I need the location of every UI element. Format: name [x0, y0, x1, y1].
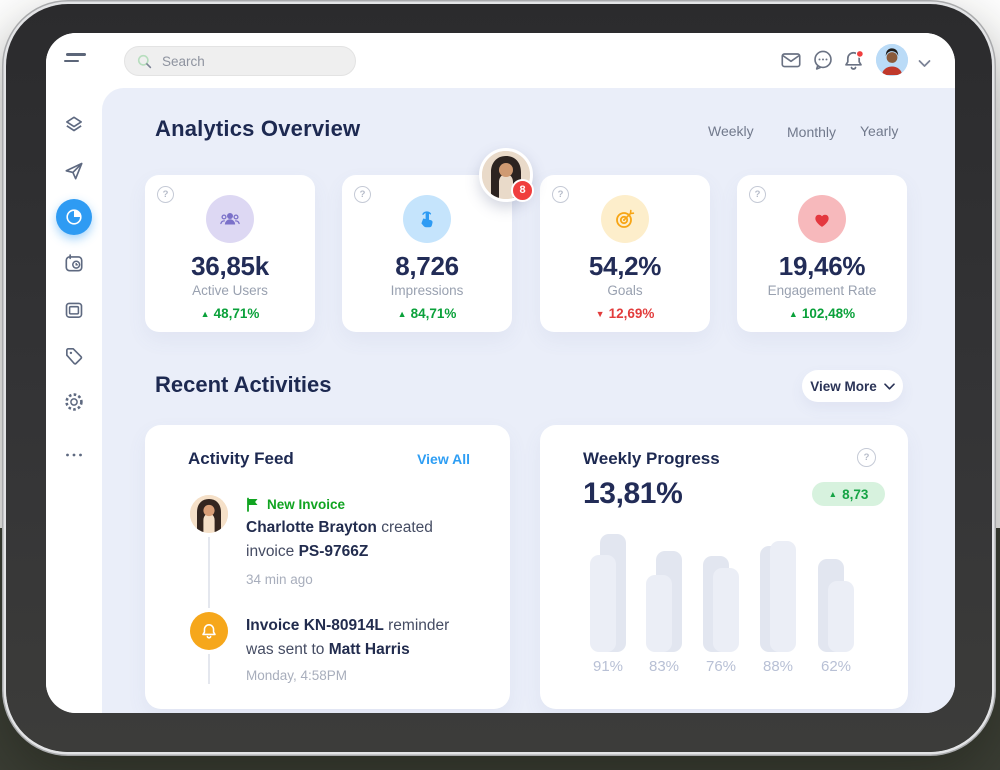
- sidebar-item-analytics[interactable]: [56, 199, 92, 235]
- tab-weekly[interactable]: Weekly: [708, 123, 754, 139]
- activity-feed-title: Activity Feed: [188, 449, 294, 469]
- tap-icon: [403, 195, 451, 243]
- activity-line: was sent to Matt Harris: [246, 638, 410, 662]
- send-icon: [63, 160, 85, 182]
- mail-button[interactable]: [779, 48, 805, 74]
- pie-chart-icon: [64, 207, 84, 227]
- bell-icon: [841, 48, 866, 73]
- target-icon: [601, 195, 649, 243]
- sidebar-item-layers[interactable]: [63, 114, 85, 136]
- activity-line: Charlotte Brayton created: [246, 516, 433, 540]
- view-more-button[interactable]: View More: [802, 370, 903, 402]
- chart-bar-label: 91%: [578, 658, 638, 675]
- chart-bar-front: [828, 581, 854, 652]
- sidebar-item-projects[interactable]: [63, 299, 85, 321]
- stat-value: 19,46%: [737, 251, 907, 282]
- help-icon[interactable]: ?: [157, 186, 174, 203]
- activity-line: invoice PS-9766Z: [246, 540, 368, 564]
- reminder-icon-circle: [190, 612, 228, 650]
- stat-value: 8,726: [342, 251, 512, 282]
- woman-avatar-photo: [190, 495, 228, 533]
- activity-feed-card: Activity Feed View All: [145, 425, 510, 709]
- page-title: Analytics Overview: [155, 116, 360, 142]
- chart-bar-label: 83%: [634, 658, 694, 675]
- stat-delta: ▲48,71%: [145, 306, 315, 321]
- activity-tag: New Invoice: [246, 497, 345, 512]
- sidebar-item-more[interactable]: [63, 444, 85, 466]
- sidebar-item-schedule[interactable]: [63, 252, 85, 274]
- stat-card-impressions: ? 8,726 Impressions ▲84,71%: [342, 175, 512, 332]
- activity-line: Invoice KN-80914L reminder: [246, 614, 449, 638]
- search-icon: [137, 54, 152, 69]
- stat-card-goals: ? 54,2% Goals ▼12,69%: [540, 175, 710, 332]
- tab-yearly[interactable]: Yearly: [860, 123, 898, 139]
- view-all-link[interactable]: View All: [417, 451, 470, 467]
- chart-bar-label: 62%: [806, 658, 866, 675]
- stat-label: Active Users: [145, 283, 315, 298]
- layers-icon: [63, 114, 85, 136]
- calendar-clock-icon: [63, 252, 85, 274]
- stat-label: Impressions: [342, 283, 512, 298]
- chat-button[interactable]: [811, 48, 837, 74]
- chart-bar-front: [590, 555, 616, 652]
- flag-icon: [246, 497, 260, 512]
- activity-time: Monday, 4:58PM: [246, 668, 347, 683]
- stat-label: Engagement Rate: [737, 283, 907, 298]
- chat-icon: [811, 48, 835, 72]
- section-title-recent-activities: Recent Activities: [155, 372, 331, 398]
- stat-value: 54,2%: [540, 251, 710, 282]
- envelope-icon: [779, 48, 803, 72]
- stat-card-engagement: ? 19,46% Engagement Rate ▲102,48%: [737, 175, 907, 332]
- heart-icon: [798, 195, 846, 243]
- screen: Analytics Overview Weekly Monthly Yearly…: [46, 33, 955, 713]
- search-bar[interactable]: [124, 46, 356, 76]
- activity-avatar: [190, 495, 228, 533]
- weekly-progress-chart: 91%83%76%88%62%: [540, 425, 908, 709]
- chart-bar-front: [770, 541, 796, 652]
- notification-count-badge: 8: [511, 179, 534, 202]
- user-avatar[interactable]: [876, 44, 908, 76]
- tablet-frame: Analytics Overview Weekly Monthly Yearly…: [6, 4, 992, 752]
- frame-icon: [63, 299, 85, 321]
- bell-icon: [199, 621, 219, 641]
- tab-monthly[interactable]: Monthly: [770, 119, 853, 146]
- help-icon[interactable]: ?: [354, 186, 371, 203]
- menu-icon[interactable]: [64, 53, 86, 67]
- activity-time: 34 min ago: [246, 572, 313, 587]
- man-avatar-photo: [876, 44, 908, 76]
- scene: Analytics Overview Weekly Monthly Yearly…: [0, 0, 1000, 770]
- stat-delta: ▲84,71%: [342, 306, 512, 321]
- stat-value: 36,85k: [145, 251, 315, 282]
- search-input[interactable]: [160, 53, 334, 70]
- top-bar: [46, 33, 955, 88]
- help-icon[interactable]: ?: [749, 186, 766, 203]
- chart-bar-label: 76%: [691, 658, 751, 675]
- help-icon[interactable]: ?: [552, 186, 569, 203]
- timeline-connector: [208, 654, 210, 684]
- weekly-progress-card: Weekly Progress ? 13,81% ▲ 8,73 91%83%76…: [540, 425, 908, 709]
- stat-label: Goals: [540, 283, 710, 298]
- users-icon: [206, 195, 254, 243]
- profile-chevron-down-icon[interactable]: [918, 55, 931, 73]
- stat-delta: ▲102,48%: [737, 306, 907, 321]
- floating-avatar[interactable]: 8: [479, 148, 533, 202]
- stat-card-active-users: ? 36,85k Active Users ▲48,71%: [145, 175, 315, 332]
- sidebar: [46, 88, 102, 713]
- chart-bar-label: 88%: [748, 658, 808, 675]
- tag-icon: [63, 345, 85, 367]
- chart-bar-front: [713, 568, 739, 652]
- stat-delta: ▼12,69%: [540, 306, 710, 321]
- main-content: Analytics Overview Weekly Monthly Yearly…: [102, 88, 955, 713]
- chevron-down-icon: [884, 383, 895, 390]
- sidebar-item-tags[interactable]: [63, 345, 85, 367]
- sidebar-item-settings[interactable]: [63, 391, 85, 413]
- ellipsis-icon: [63, 444, 85, 466]
- gear-icon: [63, 391, 85, 413]
- sidebar-item-send[interactable]: [63, 160, 85, 182]
- timeline-connector: [208, 537, 210, 608]
- chart-bar-front: [646, 575, 672, 652]
- notifications-button[interactable]: [841, 48, 867, 74]
